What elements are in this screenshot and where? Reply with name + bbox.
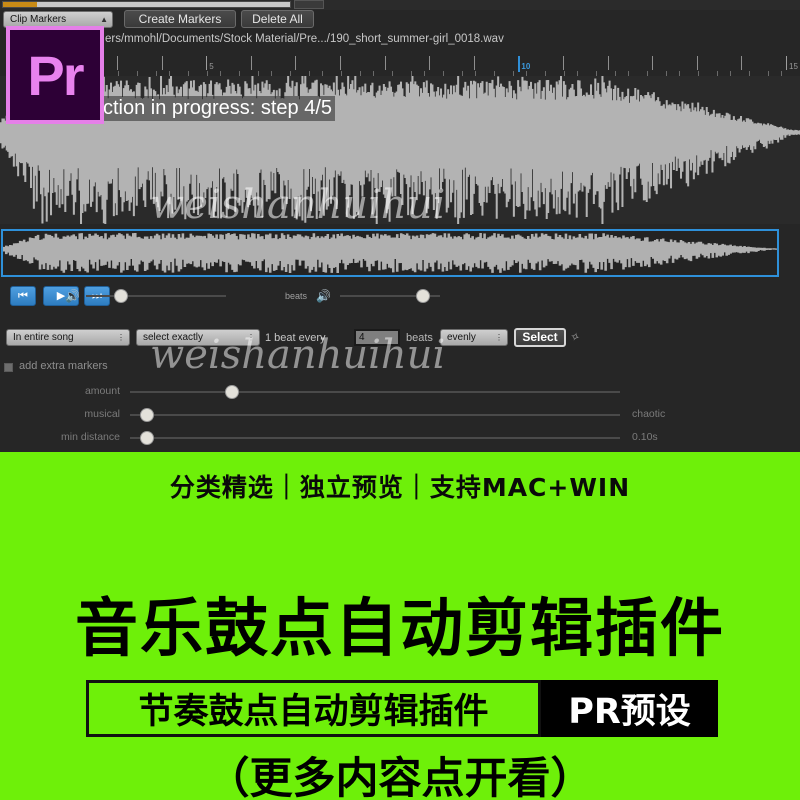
ruler-tick	[473, 56, 475, 70]
updown-arrows-icon: ⋮	[247, 333, 255, 342]
musical-slider-track	[130, 414, 620, 416]
musical-value: chaotic	[632, 408, 666, 420]
cursor-icon: ✧	[568, 328, 582, 346]
progress-strip	[0, 0, 800, 10]
updown-arrows-icon: ⋮	[117, 333, 125, 342]
ruler-tick	[384, 56, 386, 70]
ruler-tick-label: 5	[209, 62, 214, 71]
status-message: ction in progress: step 4/5	[100, 96, 336, 121]
delete-all-button[interactable]: Delete All	[241, 10, 314, 28]
ruler-tick-label: 10	[521, 62, 531, 71]
mode-select[interactable]: select exactly ⋮	[136, 329, 260, 346]
promo-subtitle: 节奏鼓点自动剪辑插件	[86, 680, 541, 737]
updown-arrows-icon: ⋮	[495, 333, 503, 342]
scope-value: In entire song	[13, 332, 74, 343]
volume-slider-knob[interactable]	[113, 289, 128, 303]
musical-slider-knob[interactable]	[139, 408, 154, 422]
premiere-pro-logo-icon: Pr	[6, 26, 104, 124]
ruler-tick	[250, 56, 252, 70]
beat-every-label: 1 beat every	[265, 332, 326, 344]
markers-toolbar: Clip Markers ▲ Create Markers Delete All	[0, 10, 800, 30]
beats-volume-label: beats	[285, 291, 308, 301]
beats-speaker-icon: 🔊	[316, 289, 331, 303]
beats-unit-label: beats	[406, 332, 433, 344]
beats-volume-slider-knob[interactable]	[415, 289, 430, 303]
distribution-select[interactable]: evenly ⋮	[440, 329, 508, 346]
add-extra-markers-label: add extra markers	[19, 360, 108, 372]
screenshot-root: Clip Markers ▲ Create Markers Delete All…	[0, 0, 800, 800]
create-markers-button[interactable]: Create Markers	[124, 10, 236, 28]
amount-slider-track	[130, 391, 620, 393]
waveform-overview-graphic	[3, 231, 777, 275]
promo-tag-badge: PR预设	[541, 680, 718, 737]
ruler-tick-label: 15	[789, 62, 798, 71]
min-distance-value: 0.10s	[632, 431, 658, 443]
scope-select[interactable]: In entire song ⋮	[6, 329, 130, 346]
min-distance-slider-track	[130, 437, 620, 439]
volume-slider-track	[86, 295, 226, 297]
min-distance-slider[interactable]	[130, 429, 620, 447]
select-button[interactable]: Select	[514, 328, 566, 347]
beats-volume-slider[interactable]	[340, 287, 440, 305]
ruler-tick	[696, 56, 698, 70]
min-distance-slider-knob[interactable]	[139, 431, 154, 445]
ruler-tick	[741, 56, 743, 70]
skip-back-icon[interactable]: ⏮	[10, 286, 36, 306]
premiere-pro-logo-text: Pr	[27, 43, 84, 107]
ruler-tick	[340, 56, 341, 70]
beat-count-input[interactable]: 4	[354, 329, 400, 346]
progress-bar	[2, 1, 291, 8]
amount-slider[interactable]	[130, 383, 620, 401]
ruler-tick	[206, 56, 208, 70]
speaker-icon: 🔊	[65, 289, 80, 303]
add-extra-markers-row: add extra markers	[0, 359, 800, 377]
mode-value: select exactly	[143, 332, 204, 343]
waveform-overview-container	[0, 228, 800, 280]
promo-subtitle-group: 节奏鼓点自动剪辑插件 PR预设	[86, 680, 718, 737]
ruler-tick	[607, 56, 609, 70]
timeline-ruler[interactable]: 5 10 15	[0, 52, 800, 76]
promo-banner: 分类精选｜独立预览｜支持MAC+WIN 音乐鼓点自动剪辑插件 节奏鼓点自动剪辑插…	[0, 452, 800, 800]
marker-type-value: Clip Markers	[10, 14, 67, 25]
amount-slider-row: amount	[0, 383, 800, 401]
file-path-label: ers/mmohl/Documents/Stock Material/Pre..…	[105, 33, 504, 45]
add-extra-markers-checkbox[interactable]	[4, 363, 13, 372]
min-distance-label: min distance	[61, 431, 120, 443]
amount-slider-knob[interactable]	[225, 385, 240, 399]
promo-features-line: 分类精选｜独立预览｜支持MAC+WIN	[169, 473, 631, 502]
ruler-tick	[117, 56, 118, 70]
amount-label: amount	[84, 385, 120, 397]
promo-title: 音乐鼓点自动剪辑插件	[75, 592, 725, 665]
musical-label: musical	[84, 408, 120, 420]
ruler-tick	[429, 56, 431, 70]
ruler-tick	[518, 56, 521, 72]
beat-selection-controls: In entire song ⋮ select exactly ⋮ 1 beat…	[0, 328, 800, 352]
ruler-tick	[161, 56, 163, 70]
volume-slider[interactable]	[86, 287, 226, 305]
ruler-tick	[652, 56, 654, 70]
musical-slider[interactable]	[130, 406, 620, 424]
plugin-window: Clip Markers ▲ Create Markers Delete All…	[0, 0, 800, 452]
promo-cta-line: （更多内容点开看）	[206, 754, 594, 800]
cancel-button[interactable]	[294, 0, 324, 9]
progress-bar-fill	[3, 2, 38, 7]
ruler-tick	[563, 56, 564, 70]
waveform-overview-selection[interactable]	[1, 229, 779, 277]
transport-controls: ⏮ ▶ ⏭ 🔊 beats 🔊	[0, 284, 800, 318]
musical-slider-row: musical chaotic	[0, 406, 800, 424]
distribution-value: evenly	[447, 332, 476, 343]
ruler-tick	[295, 56, 297, 70]
min-distance-slider-row: min distance 0.10s	[0, 429, 800, 447]
ruler-tick	[786, 56, 787, 70]
